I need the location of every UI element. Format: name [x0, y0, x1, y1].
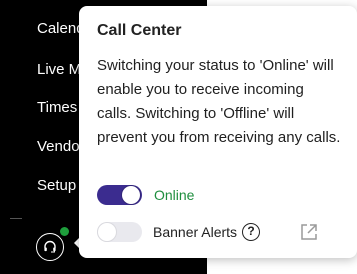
toggle-knob	[98, 223, 116, 241]
headset-icon	[44, 240, 56, 253]
call-center-button[interactable]	[36, 233, 64, 261]
sidebar-divider	[10, 218, 22, 219]
sidebar-item-vendors[interactable]: Vendo	[37, 138, 80, 155]
sidebar-item-calendar[interactable]: Calend	[37, 20, 85, 37]
external-link-icon[interactable]	[299, 222, 319, 242]
sidebar-item-timesheets[interactable]: Times	[37, 99, 77, 116]
popover-description: Switching your status to 'Online' will e…	[97, 57, 341, 146]
popover-title: Call Center	[97, 22, 182, 39]
sidebar-item-setup[interactable]: Setup	[37, 177, 76, 194]
sidebar-item-live[interactable]: Live M	[37, 61, 81, 78]
toggle-knob	[122, 186, 140, 204]
status-indicator-dot	[60, 227, 69, 236]
call-center-popover: Call Center Switching your status to 'On…	[79, 6, 357, 258]
banner-alerts-label: Banner Alerts	[153, 224, 238, 240]
online-status-toggle[interactable]	[97, 185, 142, 205]
online-status-label: Online	[154, 187, 195, 203]
question-circle-icon[interactable]: ?	[242, 223, 260, 241]
banner-alerts-toggle[interactable]	[97, 222, 142, 242]
